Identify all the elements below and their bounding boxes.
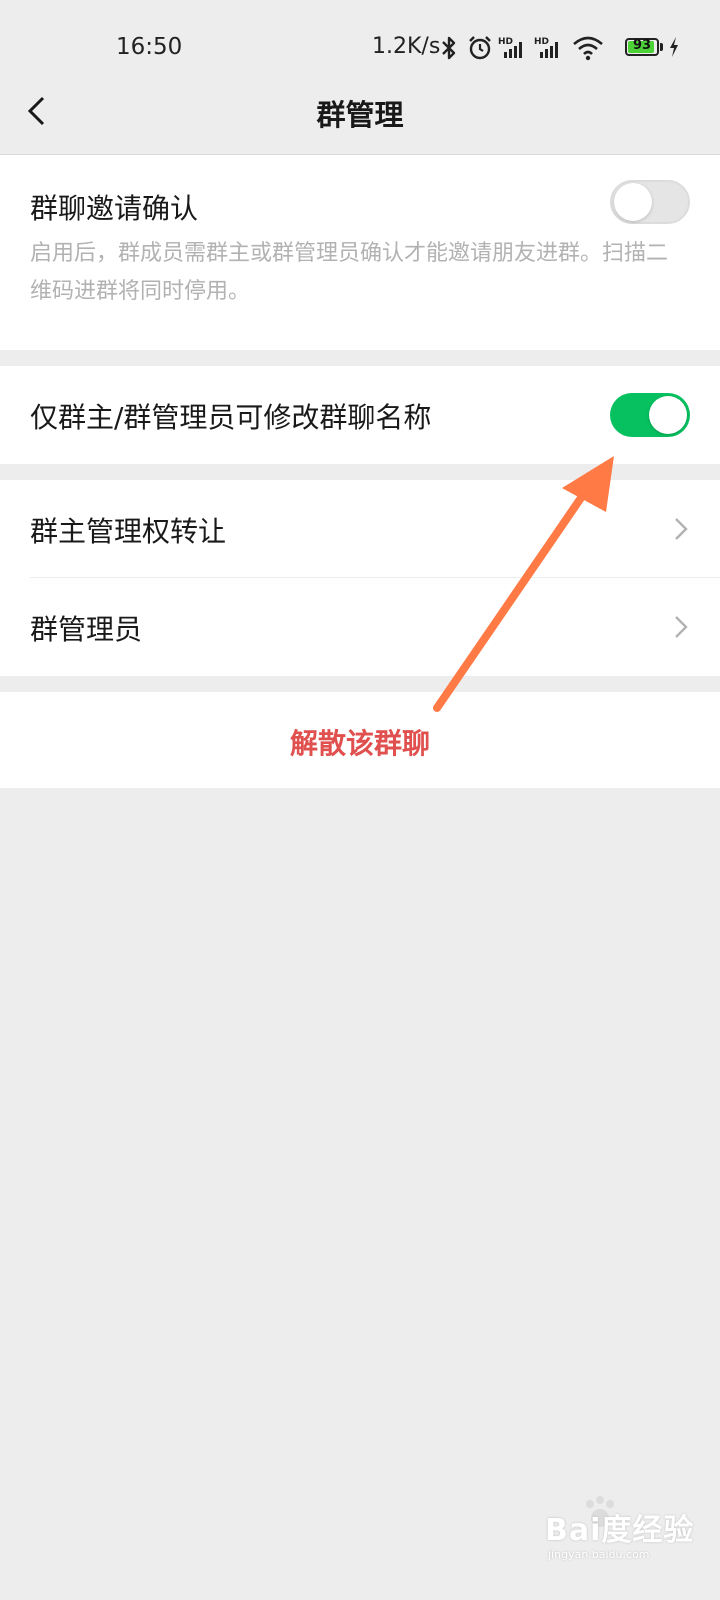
- watermark-url: jingyan.baidu.com: [548, 1548, 650, 1561]
- svg-text:HD: HD: [498, 37, 513, 47]
- battery-level: 93: [632, 38, 652, 53]
- toggle-knob: [614, 183, 652, 221]
- toggle-knob: [649, 396, 687, 434]
- network-speed: 1.2K/s: [372, 34, 441, 59]
- chevron-right-icon: [675, 518, 688, 540]
- list-item-transfer-owner[interactable]: 群主管理权转让: [0, 480, 720, 578]
- invite-confirm-toggle[interactable]: [610, 180, 690, 224]
- admins-label: 群管理员: [30, 613, 143, 646]
- rename-restriction-title: 仅群主/群管理员可修改群聊名称: [30, 401, 432, 434]
- chevron-right-icon: [675, 616, 688, 638]
- charging-icon: [670, 37, 678, 57]
- rename-restriction-card: 仅群主/群管理员可修改群聊名称: [0, 366, 720, 464]
- alarm-icon: [469, 36, 491, 60]
- invite-confirm-title: 群聊邀请确认: [30, 192, 199, 225]
- bluetooth-icon: [442, 36, 456, 60]
- hd-signal-icon: HD: [498, 37, 522, 58]
- transfer-owner-label: 群主管理权转让: [30, 515, 227, 548]
- watermark-text: Bai度经验: [545, 1513, 695, 1548]
- wifi-icon: [573, 36, 603, 61]
- invite-confirm-description: 启用后，群成员需群主或群管理员确认才能邀请朋友进群。扫描二维码进群将同时停用。: [30, 241, 669, 304]
- svg-text:HD: HD: [534, 37, 549, 47]
- status-time: 16:50: [116, 34, 183, 60]
- invite-confirm-card: 群聊邀请确认 启用后，群成员需群主或群管理员确认才能邀请朋友进群。扫描二维码进群…: [0, 155, 720, 350]
- rename-restriction-toggle[interactable]: [610, 393, 690, 437]
- dissolve-group-button[interactable]: 解散该群聊: [0, 722, 720, 762]
- admin-menu-card: 群主管理权转让 群管理员: [0, 480, 720, 676]
- page-title: 群管理: [316, 98, 404, 132]
- battery-icon: 93: [625, 38, 659, 56]
- hd-signal-icon: HD: [534, 37, 558, 58]
- nav-bar: 群管理: [0, 70, 720, 152]
- dissolve-group-card: 解散该群聊: [0, 692, 720, 788]
- list-item-admins[interactable]: 群管理员: [0, 578, 720, 676]
